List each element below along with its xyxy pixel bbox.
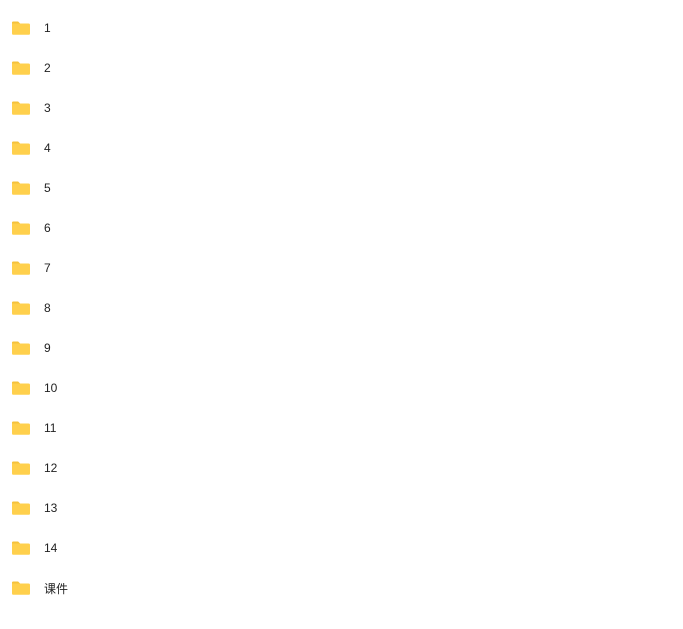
folder-item[interactable]: 11 <box>12 408 671 448</box>
folder-icon <box>12 581 30 595</box>
folder-item[interactable]: 5 <box>12 168 671 208</box>
folder-icon <box>12 541 30 555</box>
folder-label: 3 <box>44 101 51 115</box>
folder-icon <box>12 261 30 275</box>
folder-item[interactable]: 10 <box>12 368 671 408</box>
folder-icon <box>12 181 30 195</box>
folder-label: 13 <box>44 501 57 515</box>
folder-label: 6 <box>44 221 51 235</box>
folder-icon <box>12 461 30 475</box>
folder-item[interactable]: 9 <box>12 328 671 368</box>
folder-icon <box>12 341 30 355</box>
folder-label: 9 <box>44 341 51 355</box>
folder-item[interactable]: 7 <box>12 248 671 288</box>
folder-label: 7 <box>44 261 51 275</box>
folder-label: 12 <box>44 461 57 475</box>
folder-item[interactable]: 课件 <box>12 568 671 608</box>
folder-label: 2 <box>44 61 51 75</box>
folder-label: 1 <box>44 21 51 35</box>
file-list: 1 2 3 4 <box>12 8 671 608</box>
folder-label: 10 <box>44 381 57 395</box>
folder-label: 课件 <box>44 580 68 597</box>
folder-item[interactable]: 3 <box>12 88 671 128</box>
folder-label: 5 <box>44 181 51 195</box>
folder-icon <box>12 421 30 435</box>
folder-icon <box>12 381 30 395</box>
folder-item[interactable]: 13 <box>12 488 671 528</box>
folder-icon <box>12 141 30 155</box>
folder-item[interactable]: 14 <box>12 528 671 568</box>
folder-icon <box>12 221 30 235</box>
folder-icon <box>12 501 30 515</box>
folder-label: 14 <box>44 541 57 555</box>
folder-icon <box>12 101 30 115</box>
folder-icon <box>12 21 30 35</box>
folder-label: 4 <box>44 141 51 155</box>
folder-item[interactable]: 12 <box>12 448 671 488</box>
folder-item[interactable]: 1 <box>12 8 671 48</box>
folder-label: 11 <box>44 421 56 435</box>
folder-label: 8 <box>44 301 51 315</box>
folder-item[interactable]: 2 <box>12 48 671 88</box>
folder-item[interactable]: 4 <box>12 128 671 168</box>
folder-icon <box>12 61 30 75</box>
folder-item[interactable]: 8 <box>12 288 671 328</box>
folder-item[interactable]: 6 <box>12 208 671 248</box>
folder-icon <box>12 301 30 315</box>
